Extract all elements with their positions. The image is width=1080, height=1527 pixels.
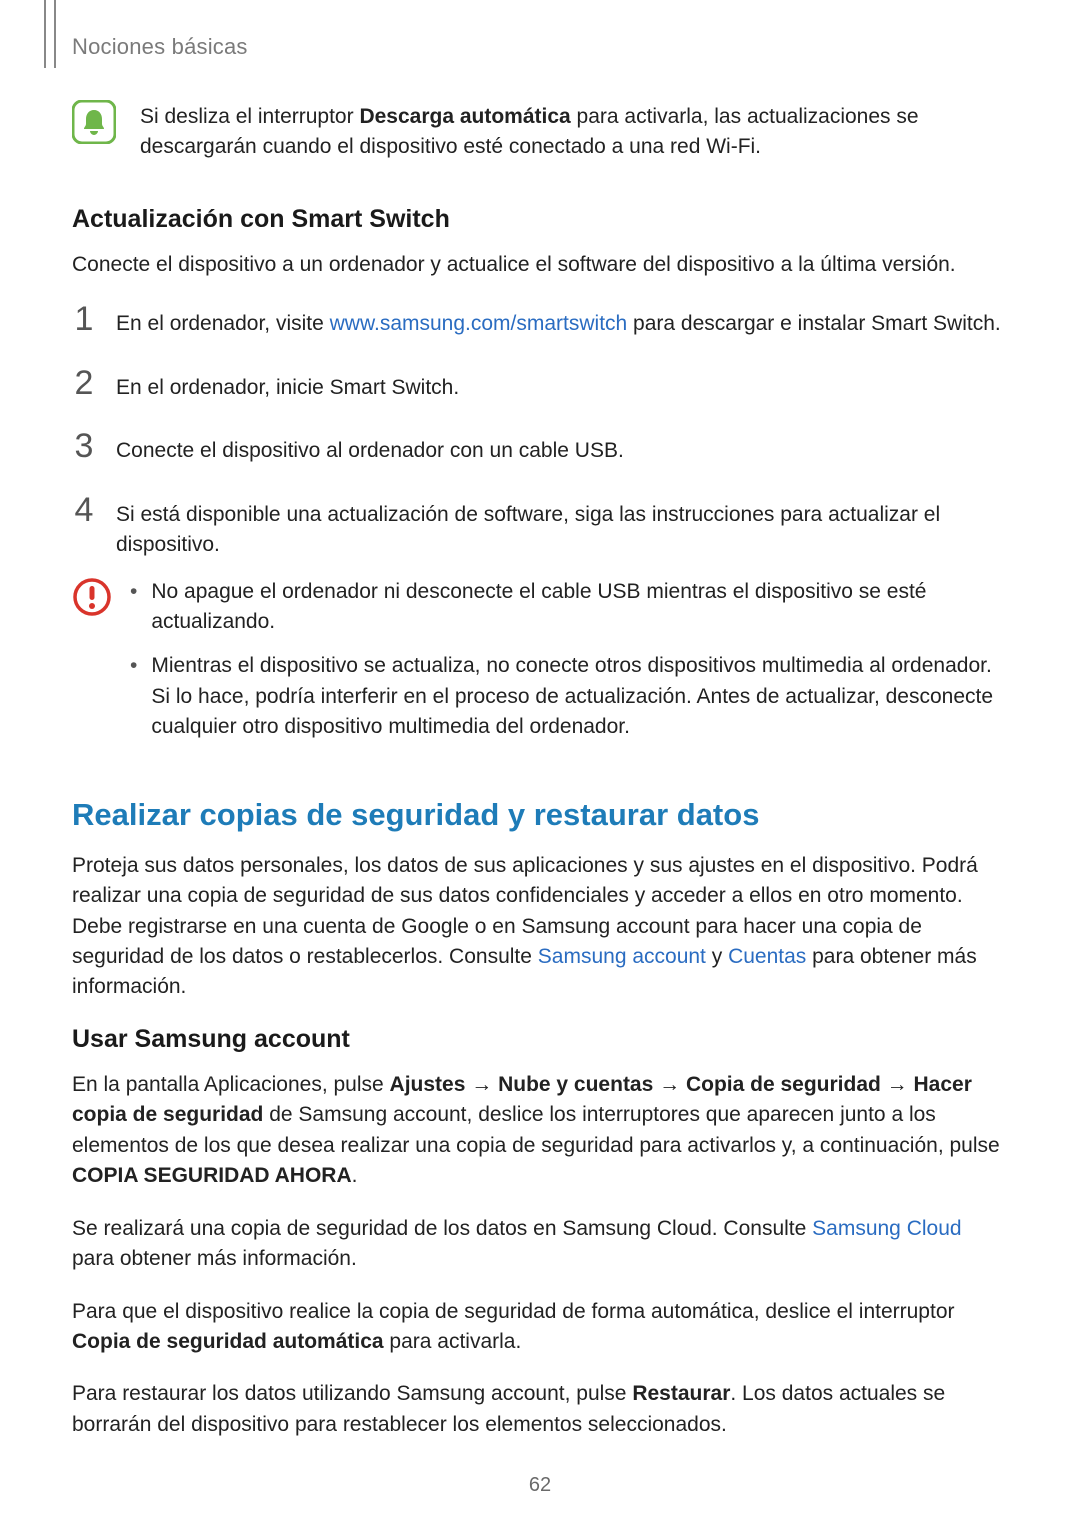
note-bold: Descarga automática bbox=[359, 105, 570, 128]
warning-icon bbox=[72, 577, 112, 617]
arrow: → bbox=[881, 1073, 914, 1096]
samsung-cloud-link[interactable]: Samsung Cloud bbox=[812, 1217, 961, 1240]
samsung-account-p3: Para que el dispositivo realice la copia… bbox=[72, 1297, 1008, 1358]
step-2: 2 En el ordenador, inicie Smart Switch. bbox=[72, 366, 1008, 403]
info-note-text: Si desliza el interruptor Descarga autom… bbox=[140, 102, 1008, 163]
step-number: 1 bbox=[72, 302, 96, 336]
header-rule-decoration bbox=[44, 0, 56, 68]
smartswitch-link[interactable]: www.samsung.com/smartswitch bbox=[330, 312, 628, 335]
bullet-dot-icon: • bbox=[130, 577, 137, 638]
breadcrumb: Nociones básicas bbox=[72, 34, 248, 60]
bell-icon bbox=[72, 100, 116, 144]
p1-b3: Copia de seguridad bbox=[686, 1073, 881, 1096]
caution-bullet-2: • Mientras el dispositivo se actualiza, … bbox=[130, 651, 1008, 742]
p1-b1: Ajustes bbox=[390, 1073, 466, 1096]
step1-pre: En el ordenador, visite bbox=[116, 312, 330, 335]
caution-note: • No apague el ordenador ni desconecte e… bbox=[72, 577, 1008, 757]
p1-b2: Nube y cuentas bbox=[498, 1073, 653, 1096]
p3-bold: Copia de seguridad automática bbox=[72, 1330, 384, 1353]
p1-a: En la pantalla Aplicaciones, pulse bbox=[72, 1073, 390, 1096]
info-note: Si desliza el interruptor Descarga autom… bbox=[72, 100, 1008, 163]
content-area: Si desliza el interruptor Descarga autom… bbox=[72, 100, 1008, 1462]
step-number: 3 bbox=[72, 429, 96, 463]
bullet-text: Mientras el dispositivo se actualiza, no… bbox=[151, 651, 1008, 742]
samsung-account-p4: Para restaurar los datos utilizando Sams… bbox=[72, 1379, 1008, 1440]
note-prefix: Si desliza el interruptor bbox=[140, 105, 359, 128]
p4-bold: Restaurar bbox=[632, 1382, 730, 1405]
p1-d: . bbox=[352, 1164, 358, 1187]
p3-b: para activarla. bbox=[384, 1330, 522, 1353]
cuentas-link[interactable]: Cuentas bbox=[728, 945, 806, 968]
step-3: 3 Conecte el dispositivo al ordenador co… bbox=[72, 429, 1008, 466]
heading-smart-switch: Actualización con Smart Switch bbox=[72, 205, 1008, 234]
step-4: 4 Si está disponible una actualización d… bbox=[72, 493, 1008, 561]
step-text: Conecte el dispositivo al ordenador con … bbox=[116, 436, 1008, 466]
bullet-text: No apague el ordenador ni desconecte el … bbox=[151, 577, 1008, 638]
steps-list: 1 En el ordenador, visite www.samsung.co… bbox=[72, 302, 1008, 560]
step-number: 2 bbox=[72, 366, 96, 400]
heading-samsung-account: Usar Samsung account bbox=[72, 1025, 1008, 1054]
caution-bullets: • No apague el ordenador ni desconecte e… bbox=[130, 577, 1008, 757]
p4-a: Para restaurar los datos utilizando Sams… bbox=[72, 1382, 632, 1405]
samsung-account-link[interactable]: Samsung account bbox=[538, 945, 706, 968]
step-text: Si está disponible una actualización de … bbox=[116, 500, 1008, 561]
step-1: 1 En el ordenador, visite www.samsung.co… bbox=[72, 302, 1008, 339]
heading-backup-restore: Realizar copias de seguridad y restaurar… bbox=[72, 797, 1008, 833]
step-number: 4 bbox=[72, 493, 96, 527]
samsung-account-p1: En la pantalla Aplicaciones, pulse Ajust… bbox=[72, 1070, 1008, 1192]
caution-bullet-1: • No apague el ordenador ni desconecte e… bbox=[130, 577, 1008, 638]
bullet-dot-icon: • bbox=[130, 651, 137, 742]
arrow: → bbox=[653, 1073, 686, 1096]
arrow: → bbox=[465, 1073, 498, 1096]
p1-b5: COPIA SEGURIDAD AHORA bbox=[72, 1164, 352, 1187]
page: Nociones básicas Si desliza el interrupt… bbox=[0, 0, 1080, 1527]
p2-a: Se realizará una copia de seguridad de l… bbox=[72, 1217, 812, 1240]
step-text: En el ordenador, inicie Smart Switch. bbox=[116, 373, 1008, 403]
page-number: 62 bbox=[0, 1474, 1080, 1497]
samsung-account-p2: Se realizará una copia de seguridad de l… bbox=[72, 1214, 1008, 1275]
backup-intro: Proteja sus datos personales, los datos … bbox=[72, 851, 1008, 1003]
backup-intro-mid: y bbox=[706, 945, 728, 968]
step-text: En el ordenador, visite www.samsung.com/… bbox=[116, 309, 1008, 339]
p3-a: Para que el dispositivo realice la copia… bbox=[72, 1300, 955, 1323]
smart-switch-intro: Conecte el dispositivo a un ordenador y … bbox=[72, 250, 1008, 280]
p2-b: para obtener más información. bbox=[72, 1247, 357, 1270]
step1-post: para descargar e instalar Smart Switch. bbox=[627, 312, 1001, 335]
